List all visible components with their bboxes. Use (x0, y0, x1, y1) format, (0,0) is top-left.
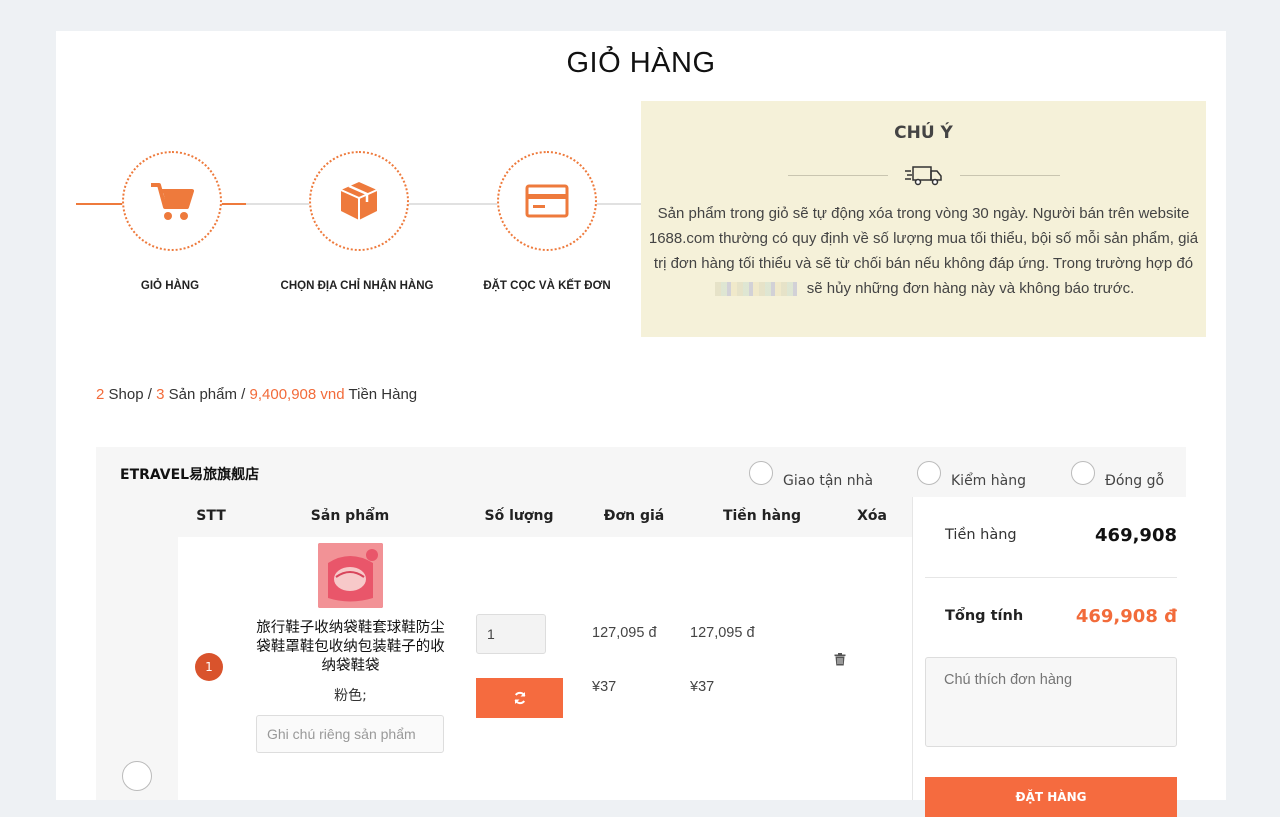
cart-card: GIỎ HÀNG GIỎ HÀNG CHỌN ĐỊA CHỈ NHẬN HÀNG… (56, 31, 1226, 817)
select-item-radio[interactable] (122, 761, 152, 791)
redacted-name (714, 282, 797, 297)
col-line-total: Tiền hàng (722, 508, 802, 524)
shop-count: 2 (96, 386, 105, 403)
option-wood-packing[interactable]: Đóng gỗ (1071, 457, 1164, 489)
option-inspect[interactable]: Kiểm hàng (917, 457, 1026, 489)
summary-sep-1: / (147, 386, 152, 403)
summary-divider (925, 577, 1177, 578)
trash-icon[interactable] (834, 653, 846, 666)
order-summary-panel: Tiền hàng 469,908 Tổng tính 469,908 đ ĐẶ… (912, 497, 1187, 817)
order-note-input[interactable] (925, 657, 1177, 747)
notice-divider-right (960, 175, 1060, 176)
line-total-vnd: 127,095 đ (690, 625, 755, 641)
grand-total-label: Tổng tính (945, 608, 1024, 624)
col-delete: Xóa (857, 508, 887, 524)
notice-divider-left (788, 175, 888, 176)
notice-panel: CHÚ Ý Sản phẩm trong giỏ sẽ tự động xóa … (641, 101, 1206, 337)
inspect-label: Kiểm hàng (951, 473, 1026, 489)
step-label-deposit: ĐẶT CỌC VÀ KẾT ĐƠN (483, 280, 611, 292)
inspect-radio[interactable] (917, 461, 941, 485)
line-total-cny: ¥37 (690, 679, 715, 695)
col-product: Sản phẩm (310, 508, 390, 524)
shop-label: Shop (108, 386, 144, 403)
notice-text-part1: Sản phẩm trong giỏ sẽ tự động xóa trong … (648, 205, 1199, 272)
subtotal-value: 469,908 (1095, 525, 1177, 546)
refresh-icon (514, 691, 525, 705)
product-image[interactable] (318, 543, 383, 608)
col-stt: STT (196, 508, 226, 524)
product-label: Sản phẩm (168, 386, 237, 403)
option-home-delivery[interactable]: Giao tận nhà (749, 457, 873, 489)
summary-sep-2: / (241, 386, 246, 403)
quantity-input[interactable] (476, 614, 546, 654)
wood-packing-label: Đóng gỗ (1105, 473, 1165, 489)
col-unit-price: Đơn giá (603, 508, 665, 524)
page-title: GIỎ HÀNG (566, 47, 716, 79)
cart-icon (151, 183, 194, 220)
shop-block: ETRAVEL易旅旗舰店 Giao tận nhà Kiểm hàng Đóng… (96, 447, 1187, 817)
truck-icon (905, 166, 942, 186)
unit-price-vnd: 127,095 đ (592, 625, 657, 641)
step-label-cart: GIỎ HÀNG (140, 280, 200, 292)
place-order-button[interactable]: ĐẶT HÀNG (925, 777, 1177, 817)
step-label-address: CHỌN ĐỊA CHỈ NHẬN HÀNG (280, 280, 434, 292)
update-quantity-button[interactable] (476, 678, 563, 718)
step-address[interactable] (309, 151, 409, 251)
shop-name: ETRAVEL易旅旗舰店 (120, 467, 260, 483)
notice-title: CHÚ Ý (894, 123, 953, 143)
box-icon (340, 182, 378, 220)
grand-total-value: 469,908 đ (1075, 606, 1177, 627)
subtotal-label: Tiền hàng (945, 527, 1017, 543)
table-row: 1 旅行鞋子收纳袋鞋套球鞋防尘袋鞋罩鞋包收纳包装鞋子的收纳袋鞋袋 粉色; Ghi… (178, 537, 912, 800)
row-index: 1 (195, 653, 223, 681)
product-thumbnail-icon (318, 543, 383, 608)
credit-card-icon (525, 184, 569, 218)
col-quantity: Số lượng (484, 508, 554, 524)
unit-price-cny: ¥37 (592, 679, 617, 695)
notice-text-part2: sẽ hủy những đơn hàng này và không báo t… (806, 280, 1135, 297)
step-cart[interactable] (122, 151, 222, 251)
wood-packing-radio[interactable] (1071, 461, 1095, 485)
cart-summary: 2 Shop / 3 Sản phẩm / 9,400,908 vnd Tiền… (96, 386, 417, 403)
product-attribute: 粉色; (334, 688, 367, 704)
product-note-input[interactable] (256, 715, 444, 753)
home-delivery-label: Giao tận nhà (783, 473, 874, 489)
cart-total-label: Tiền Hàng (348, 386, 418, 403)
product-name[interactable]: 旅行鞋子收纳袋鞋套球鞋防尘袋鞋罩鞋包收纳包装鞋子的收纳袋鞋袋 (253, 619, 448, 676)
step-deposit[interactable] (497, 151, 597, 251)
home-delivery-radio[interactable] (749, 461, 773, 485)
product-count: 3 (156, 386, 165, 403)
notice-text: Sản phẩm trong giỏ sẽ tự động xóa trong … (641, 201, 1206, 301)
cart-total: 9,400,908 vnd (249, 386, 345, 403)
